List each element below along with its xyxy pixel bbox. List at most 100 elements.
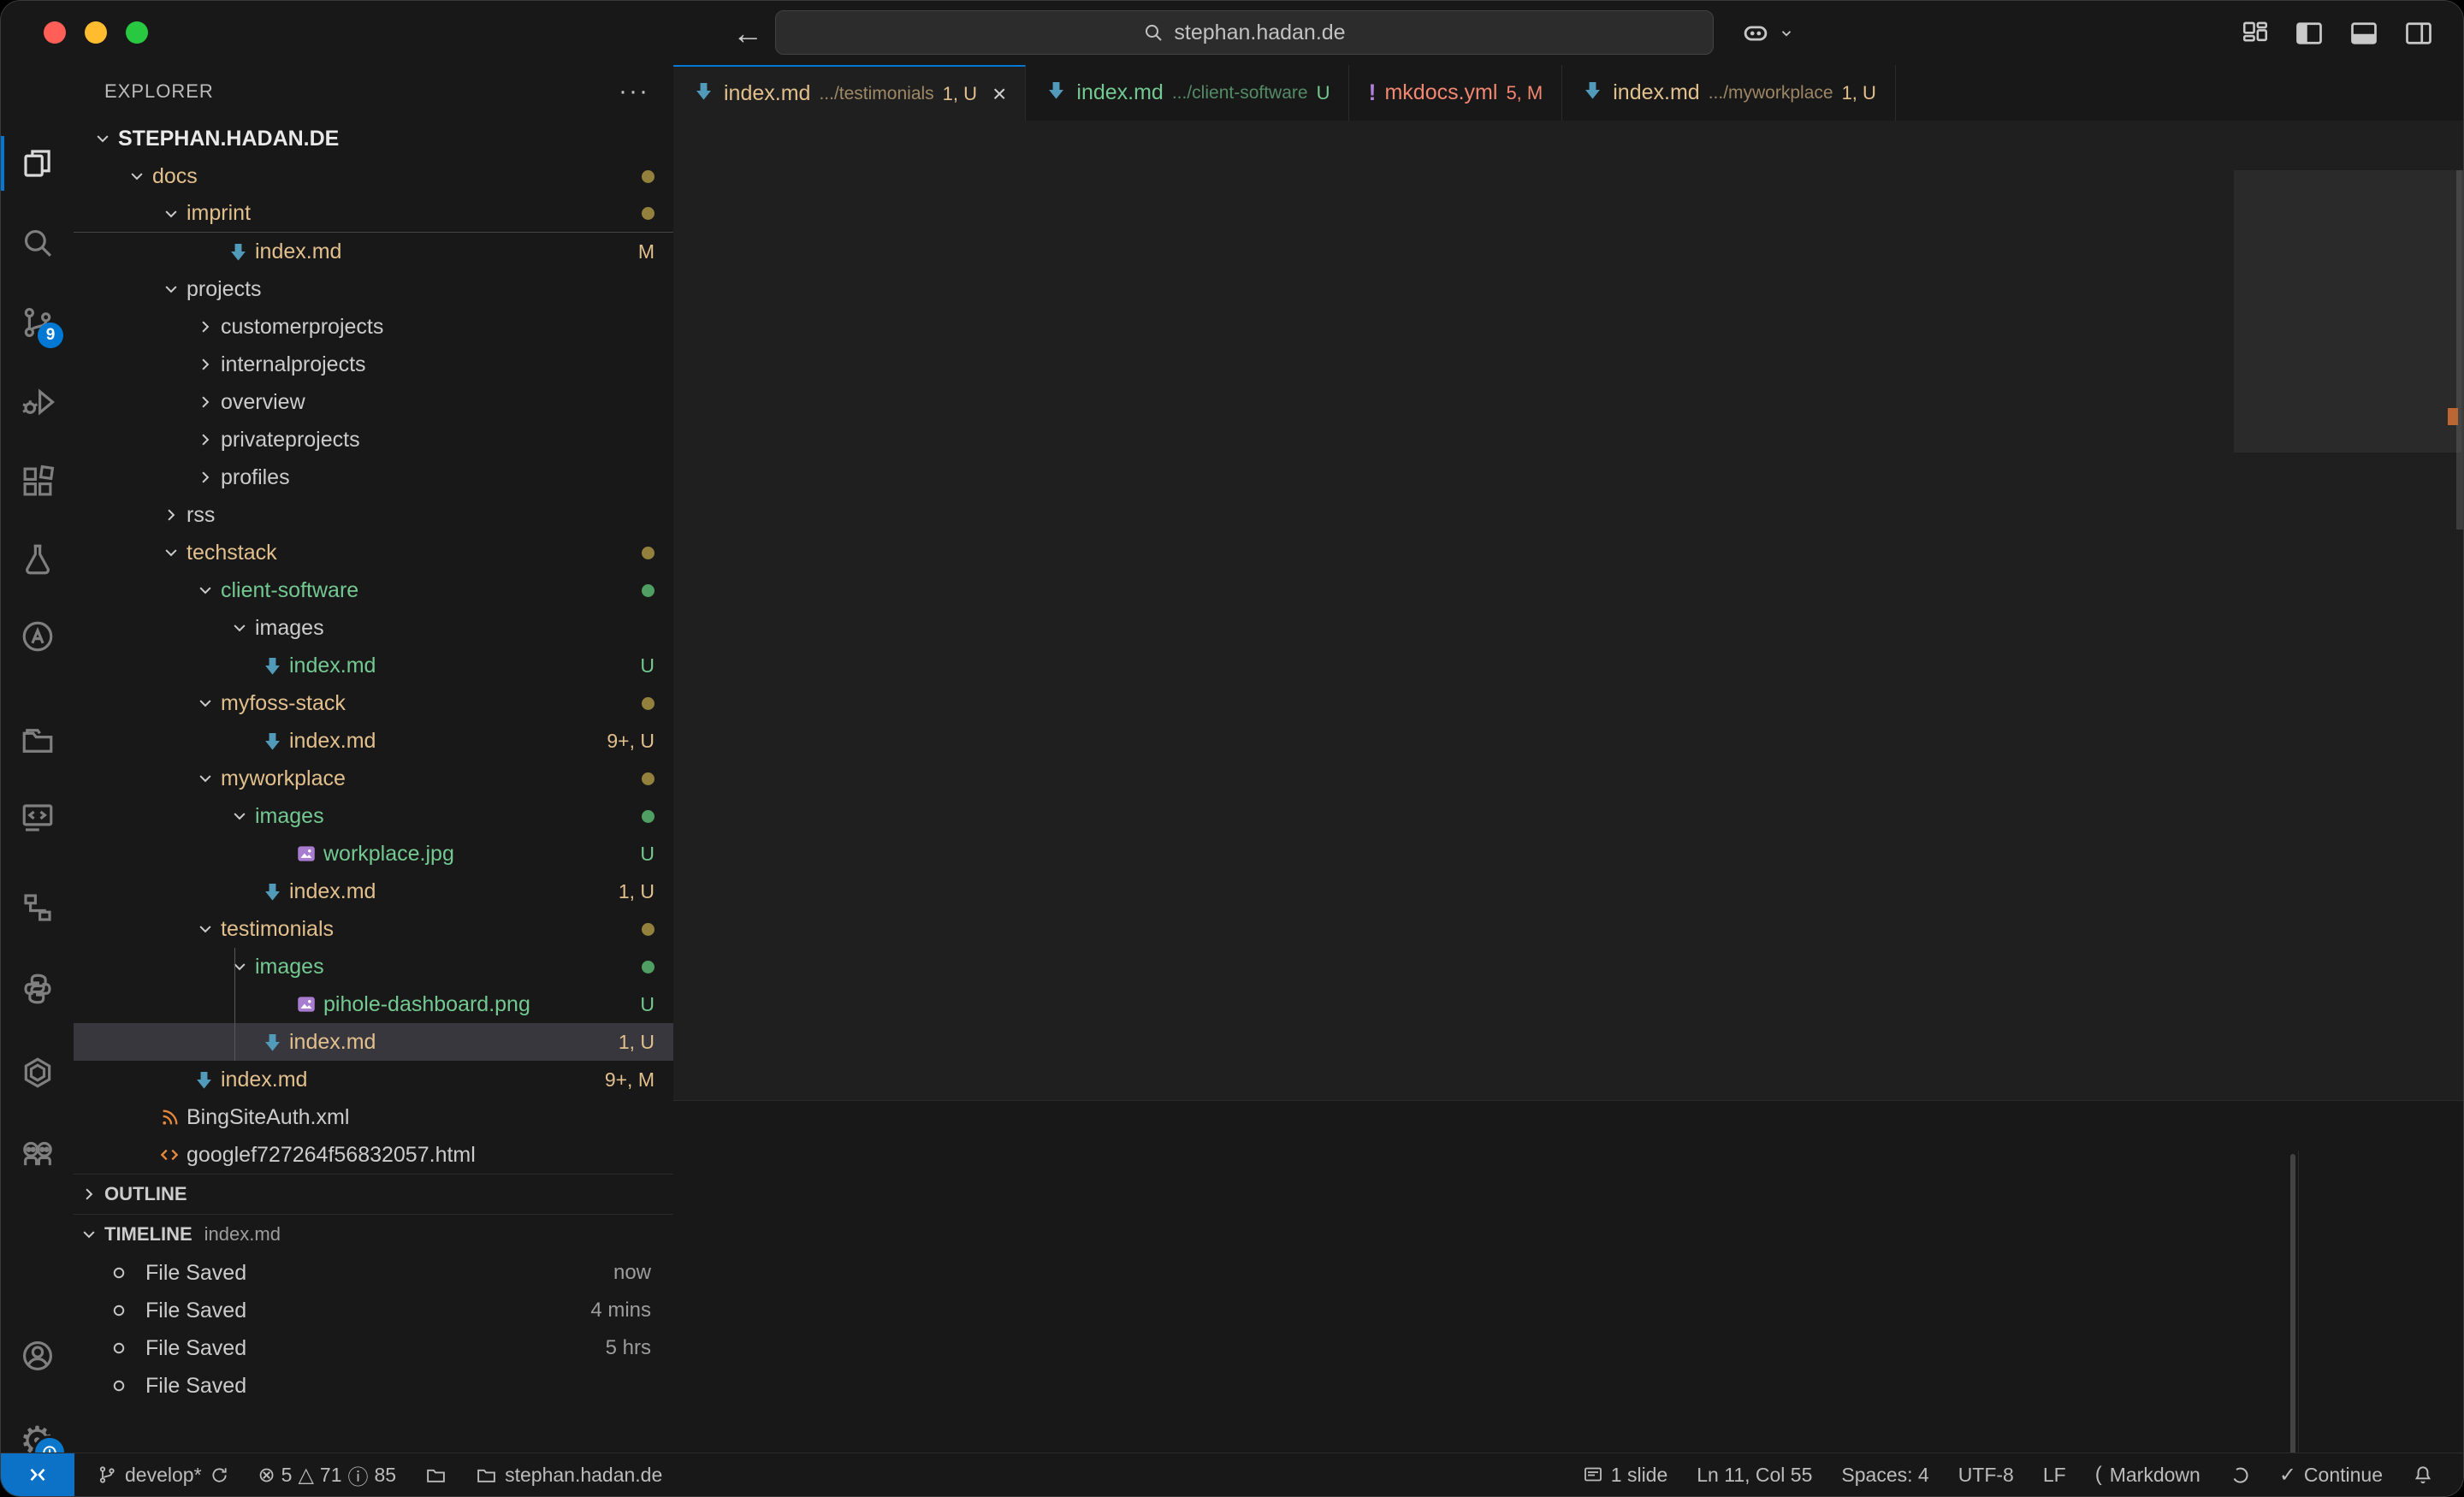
- editor-tab-1[interactable]: index.md.../testimonials1, U×: [673, 65, 1026, 121]
- tree-item-images[interactable]: images: [74, 797, 673, 835]
- python-icon: [20, 971, 56, 1007]
- tree-item-label: index.md: [255, 240, 341, 264]
- activity-run-and-debug[interactable]: [1, 364, 74, 440]
- tree-item-imprint[interactable]: imprint: [74, 195, 673, 233]
- workspace-folder-button[interactable]: [425, 1464, 447, 1486]
- problems-status[interactable]: ⊗ 5 △ 71 ⓘ 85: [258, 1460, 397, 1490]
- tree-item-workplace-jpg[interactable]: workplace.jpgU: [74, 835, 673, 873]
- git-status-dot: [642, 767, 673, 790]
- tree-item-projects[interactable]: projects: [74, 270, 673, 308]
- timeline-entry[interactable]: File Savednow: [74, 1254, 673, 1292]
- navigate-back-icon[interactable]: ←: [732, 15, 763, 51]
- tab-status-badge: U: [1317, 82, 1330, 104]
- timeline-label: TIMELINE: [104, 1223, 192, 1246]
- tree-item-index-md[interactable]: index.md1, U: [74, 873, 673, 910]
- activity-live-preview[interactable]: [1, 780, 74, 855]
- activity-circle-a[interactable]: [1, 599, 74, 674]
- bottom-panel: [673, 1100, 2463, 1453]
- tree-item-googlef727264f56832057-html[interactable]: googlef727264f56832057.html: [74, 1136, 673, 1174]
- activity-chat-faces[interactable]: [1, 1116, 74, 1192]
- tree-item-overview[interactable]: overview: [74, 383, 673, 421]
- editor-tab-bar: index.md.../testimonials1, U×index.md...…: [673, 65, 2463, 121]
- terminal-output[interactable]: [673, 1151, 2299, 1453]
- toggle-panel-icon[interactable]: [2348, 18, 2379, 49]
- site-folder-status[interactable]: stephan.hadan.de: [476, 1464, 662, 1487]
- timeline-entry[interactable]: File Saved: [74, 1367, 673, 1405]
- tree-item-myfoss-stack[interactable]: myfoss-stack: [74, 684, 673, 722]
- activity-accounts[interactable]: [1, 1318, 74, 1393]
- activity-structure[interactable]: [1, 870, 74, 945]
- tree-item-techstack[interactable]: techstack: [74, 534, 673, 571]
- tab-status-badge: 1, U: [1842, 82, 1876, 104]
- close-window-button[interactable]: [44, 21, 66, 44]
- activity-search[interactable]: [1, 205, 74, 281]
- outline-section-header[interactable]: OUTLINE: [74, 1174, 673, 1214]
- modified-dot-icon: [642, 697, 654, 710]
- git-status-dot: [642, 918, 673, 941]
- minimap-slider[interactable]: [2234, 170, 2461, 453]
- tree-item-bingsiteauth-xml[interactable]: BingSiteAuth.xml: [74, 1098, 673, 1136]
- tree-item-label: rss: [187, 503, 215, 528]
- activity-testing[interactable]: [1, 522, 74, 597]
- command-center-search[interactable]: stephan.hadan.de: [775, 10, 1714, 55]
- copilot-menu[interactable]: [1739, 1, 1794, 65]
- activity-hexagon-tool[interactable]: [1, 1035, 74, 1110]
- tree-item-pihole-dashboard-png[interactable]: pihole-dashboard.pngU: [74, 985, 673, 1023]
- extensions-icon: [20, 464, 56, 500]
- chevron-down-icon: [190, 920, 221, 938]
- timeline-entry[interactable]: File Saved4 mins: [74, 1292, 673, 1329]
- activity-source-control[interactable]: 9: [1, 285, 74, 360]
- editor-tab-4[interactable]: index.md.../myworkplace1, U: [1562, 65, 1896, 121]
- editor-tab-2[interactable]: index.md.../client-softwareU: [1026, 65, 1349, 121]
- tree-item-images[interactable]: images: [74, 609, 673, 647]
- timeline-entry[interactable]: File Saved5 hrs: [74, 1329, 673, 1367]
- git-branch-status[interactable]: develop*: [97, 1464, 229, 1487]
- minimize-window-button[interactable]: [85, 21, 107, 44]
- tree-item-privateprojects[interactable]: privateprojects: [74, 421, 673, 459]
- tree-item-label: imprint: [187, 201, 251, 226]
- editor-pane[interactable]: [673, 170, 2463, 1100]
- encoding-status[interactable]: UTF-8: [1958, 1464, 2014, 1487]
- eol-status[interactable]: LF: [2043, 1464, 2066, 1487]
- indentation-status[interactable]: Spaces: 4: [1841, 1464, 1928, 1487]
- customize-layout-icon[interactable]: [2241, 19, 2270, 48]
- tree-item-rss[interactable]: rss: [74, 496, 673, 534]
- tree-item-stephan-hadan-de[interactable]: STEPHAN.HADAN.DE: [74, 120, 673, 157]
- toggle-primary-sidebar-icon[interactable]: [2294, 18, 2325, 49]
- testing-icon: [20, 541, 56, 577]
- tree-item-index-md[interactable]: index.mdU: [74, 647, 673, 684]
- zoom-window-button[interactable]: [126, 21, 148, 44]
- tree-item-index-md[interactable]: index.mdM: [74, 233, 673, 270]
- window-controls: [44, 21, 148, 44]
- tree-item-docs[interactable]: docs: [74, 157, 673, 195]
- explorer-more-actions-icon[interactable]: ···: [619, 77, 649, 106]
- tree-item-myworkplace[interactable]: myworkplace: [74, 760, 673, 797]
- tree-item-customerprojects[interactable]: customerprojects: [74, 308, 673, 346]
- tree-item-index-md[interactable]: index.md9+, M: [74, 1061, 673, 1098]
- spinner-status[interactable]: [2230, 1464, 2250, 1485]
- remote-indicator[interactable]: [1, 1453, 74, 1496]
- terminal-scrollbar[interactable]: [2290, 1154, 2295, 1497]
- tree-item-index-md[interactable]: index.md9+, U: [74, 722, 673, 760]
- cursor-position-status[interactable]: Ln 11, Col 55: [1697, 1464, 1812, 1487]
- continue-extension-status[interactable]: ✓ Continue: [2279, 1463, 2383, 1488]
- activity-python[interactable]: [1, 951, 74, 1027]
- language-mode-status[interactable]: ( Markdown: [2095, 1463, 2200, 1487]
- activity-explorer[interactable]: [1, 126, 74, 201]
- activity-extensions[interactable]: [1, 444, 74, 519]
- editor-scrollbar[interactable]: [2456, 170, 2463, 530]
- timeline-section-header[interactable]: TIMELINEindex.md: [74, 1214, 673, 1254]
- tree-item-internalprojects[interactable]: internalprojects: [74, 346, 673, 383]
- toggle-secondary-sidebar-icon[interactable]: [2403, 18, 2434, 49]
- activity-project-folder[interactable]: [1, 703, 74, 778]
- tree-item-client-software[interactable]: client-software: [74, 571, 673, 609]
- tree-item-profiles[interactable]: profiles: [74, 459, 673, 496]
- close-tab-icon[interactable]: ×: [992, 80, 1006, 108]
- slides-status[interactable]: 1 slide: [1583, 1464, 1667, 1487]
- tree-item-index-md[interactable]: index.md1, U: [74, 1023, 673, 1061]
- notifications-status[interactable]: [2412, 1464, 2434, 1486]
- xml-file-icon: [152, 1107, 187, 1128]
- tree-item-images[interactable]: images: [74, 948, 673, 985]
- editor-tab-3[interactable]: !mkdocs.yml5, M: [1349, 65, 1562, 121]
- tree-item-testimonials[interactable]: testimonials: [74, 910, 673, 948]
